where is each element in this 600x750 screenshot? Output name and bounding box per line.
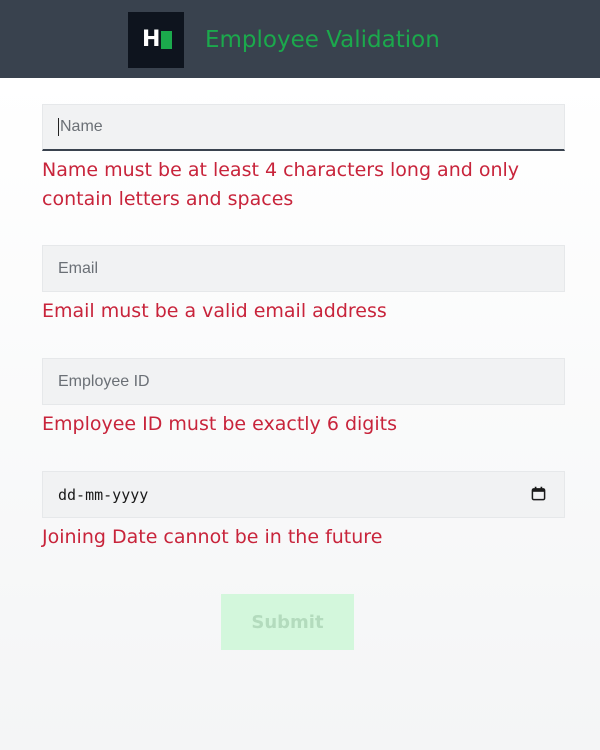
joining-date-input[interactable]: dd-mm-yyyy xyxy=(42,471,565,518)
joining-date-error: Joining Date cannot be in the future xyxy=(42,526,383,548)
name-placeholder: Name xyxy=(60,118,103,135)
employee-id-error: Employee ID must be exactly 6 digits xyxy=(42,413,397,435)
calendar-icon[interactable] xyxy=(531,486,546,501)
employee-id-placeholder: Employee ID xyxy=(58,372,150,390)
app-title: Employee Validation xyxy=(205,27,440,53)
logo-block xyxy=(161,31,172,49)
email-error: Email must be a valid email address xyxy=(42,300,387,322)
logo-letter: H xyxy=(142,27,161,52)
name-error: Name must be at least 4 characters long … xyxy=(42,159,520,210)
hackerrank-logo: H xyxy=(128,12,184,68)
app-header: H Employee Validation xyxy=(0,0,600,78)
email-input[interactable]: Email xyxy=(42,245,565,292)
email-placeholder: Email xyxy=(58,259,99,277)
submit-button[interactable]: Submit xyxy=(221,594,354,650)
text-caret xyxy=(58,118,59,136)
employee-id-input[interactable]: Employee ID xyxy=(42,358,565,405)
joining-date-placeholder: dd-mm-yyyy xyxy=(58,485,149,504)
name-input[interactable]: Name xyxy=(42,104,565,151)
